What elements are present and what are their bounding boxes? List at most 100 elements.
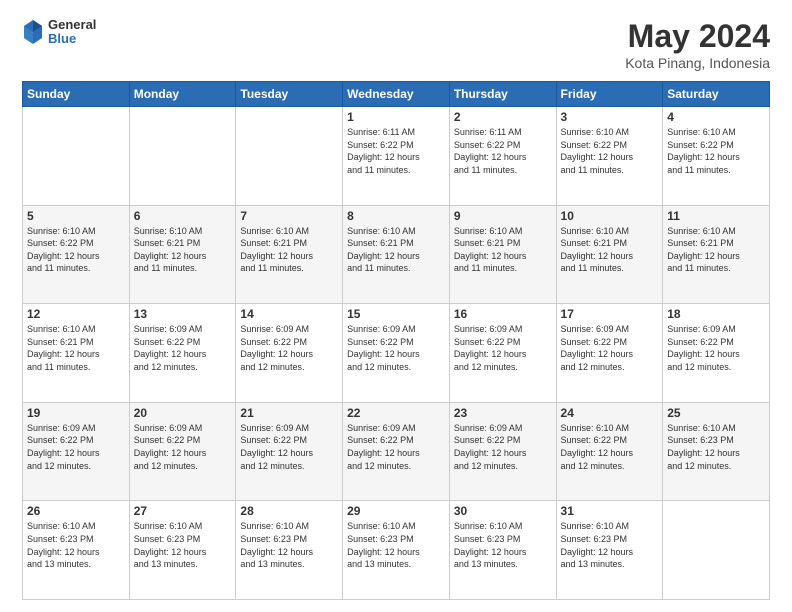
day-number: 20 bbox=[134, 406, 232, 420]
subtitle: Kota Pinang, Indonesia bbox=[625, 55, 770, 71]
logo-blue: Blue bbox=[48, 32, 96, 46]
calendar-cell: 3 Sunrise: 6:10 AM Sunset: 6:22 PM Daylig… bbox=[556, 107, 663, 206]
calendar-day-header: Thursday bbox=[449, 82, 556, 107]
day-info: Sunrise: 6:10 AM Sunset: 6:21 PM Dayligh… bbox=[454, 225, 552, 275]
day-number: 27 bbox=[134, 504, 232, 518]
calendar-week-row: 26 Sunrise: 6:10 AM Sunset: 6:23 PM Dayli… bbox=[23, 501, 770, 600]
day-number: 6 bbox=[134, 209, 232, 223]
calendar-day-header: Friday bbox=[556, 82, 663, 107]
main-title: May 2024 bbox=[625, 18, 770, 55]
day-number: 21 bbox=[240, 406, 338, 420]
calendar-cell: 26Sunrise: 6:10 AM Sunset: 6:23 PM Dayli… bbox=[23, 501, 130, 600]
logo: General Blue bbox=[22, 18, 96, 47]
calendar-cell bbox=[23, 107, 130, 206]
calendar-cell: 6 Sunrise: 6:10 AM Sunset: 6:21 PM Daylig… bbox=[129, 205, 236, 304]
logo-text: General Blue bbox=[48, 18, 96, 47]
day-info: Sunrise: 6:10 AM Sunset: 6:21 PM Dayligh… bbox=[27, 323, 125, 373]
day-number: 14 bbox=[240, 307, 338, 321]
day-info: Sunrise: 6:10 AM Sunset: 6:23 PM Dayligh… bbox=[134, 520, 232, 570]
calendar-cell: 23 Sunrise: 6:09 AM Sunset: 6:22 PM Dayli… bbox=[449, 402, 556, 501]
day-number: 2 bbox=[454, 110, 552, 124]
calendar-cell bbox=[663, 501, 770, 600]
day-info: Sunrise: 6:10 AM Sunset: 6:22 PM Dayligh… bbox=[561, 126, 659, 176]
day-number: 29 bbox=[347, 504, 445, 518]
calendar-cell: 9 Sunrise: 6:10 AM Sunset: 6:21 PM Daylig… bbox=[449, 205, 556, 304]
calendar-cell: 8 Sunrise: 6:10 AM Sunset: 6:21 PM Daylig… bbox=[343, 205, 450, 304]
day-number: 1 bbox=[347, 110, 445, 124]
calendar-cell: 7 Sunrise: 6:10 AM Sunset: 6:21 PM Daylig… bbox=[236, 205, 343, 304]
day-number: 16 bbox=[454, 307, 552, 321]
day-info: Sunrise: 6:10 AM Sunset: 6:22 PM Dayligh… bbox=[561, 422, 659, 472]
calendar-cell: 14 Sunrise: 6:09 AM Sunset: 6:22 PM Dayli… bbox=[236, 304, 343, 403]
calendar-week-row: 12Sunrise: 6:10 AM Sunset: 6:21 PM Dayli… bbox=[23, 304, 770, 403]
calendar-week-row: 1 Sunrise: 6:11 AM Sunset: 6:22 PM Daylig… bbox=[23, 107, 770, 206]
day-info: Sunrise: 6:10 AM Sunset: 6:23 PM Dayligh… bbox=[667, 422, 765, 472]
day-info: Sunrise: 6:10 AM Sunset: 6:21 PM Dayligh… bbox=[240, 225, 338, 275]
day-info: Sunrise: 6:10 AM Sunset: 6:22 PM Dayligh… bbox=[27, 225, 125, 275]
calendar-cell bbox=[236, 107, 343, 206]
day-number: 9 bbox=[454, 209, 552, 223]
day-number: 26 bbox=[27, 504, 125, 518]
calendar-cell: 21 Sunrise: 6:09 AM Sunset: 6:22 PM Dayli… bbox=[236, 402, 343, 501]
calendar-cell: 12Sunrise: 6:10 AM Sunset: 6:21 PM Dayli… bbox=[23, 304, 130, 403]
day-info: Sunrise: 6:09 AM Sunset: 6:22 PM Dayligh… bbox=[134, 323, 232, 373]
calendar-day-header: Monday bbox=[129, 82, 236, 107]
day-info: Sunrise: 6:10 AM Sunset: 6:23 PM Dayligh… bbox=[561, 520, 659, 570]
day-number: 11 bbox=[667, 209, 765, 223]
day-info: Sunrise: 6:10 AM Sunset: 6:21 PM Dayligh… bbox=[561, 225, 659, 275]
header: General Blue May 2024 Kota Pinang, Indon… bbox=[22, 18, 770, 71]
calendar-cell: 27 Sunrise: 6:10 AM Sunset: 6:23 PM Dayli… bbox=[129, 501, 236, 600]
page: General Blue May 2024 Kota Pinang, Indon… bbox=[0, 0, 792, 612]
day-info: Sunrise: 6:10 AM Sunset: 6:23 PM Dayligh… bbox=[240, 520, 338, 570]
day-info: Sunrise: 6:10 AM Sunset: 6:21 PM Dayligh… bbox=[134, 225, 232, 275]
day-info: Sunrise: 6:09 AM Sunset: 6:22 PM Dayligh… bbox=[134, 422, 232, 472]
calendar-cell: 10Sunrise: 6:10 AM Sunset: 6:21 PM Dayli… bbox=[556, 205, 663, 304]
day-number: 8 bbox=[347, 209, 445, 223]
day-info: Sunrise: 6:10 AM Sunset: 6:21 PM Dayligh… bbox=[347, 225, 445, 275]
calendar-cell: 19Sunrise: 6:09 AM Sunset: 6:22 PM Dayli… bbox=[23, 402, 130, 501]
calendar-cell: 1Sunrise: 6:11 AM Sunset: 6:22 PM Daylig… bbox=[343, 107, 450, 206]
calendar-cell: 2 Sunrise: 6:11 AM Sunset: 6:22 PM Daylig… bbox=[449, 107, 556, 206]
calendar-cell: 16 Sunrise: 6:09 AM Sunset: 6:22 PM Dayli… bbox=[449, 304, 556, 403]
calendar-cell: 4 Sunrise: 6:10 AM Sunset: 6:22 PM Daylig… bbox=[663, 107, 770, 206]
day-number: 4 bbox=[667, 110, 765, 124]
calendar-day-header: Sunday bbox=[23, 82, 130, 107]
day-info: Sunrise: 6:09 AM Sunset: 6:22 PM Dayligh… bbox=[454, 323, 552, 373]
day-number: 7 bbox=[240, 209, 338, 223]
day-number: 3 bbox=[561, 110, 659, 124]
day-info: Sunrise: 6:11 AM Sunset: 6:22 PM Dayligh… bbox=[454, 126, 552, 176]
calendar-day-header: Wednesday bbox=[343, 82, 450, 107]
calendar-cell: 15Sunrise: 6:09 AM Sunset: 6:22 PM Dayli… bbox=[343, 304, 450, 403]
day-number: 18 bbox=[667, 307, 765, 321]
calendar-week-row: 19 Sunrise: 6:09 AM Sunset: 6:22 PM Dayli… bbox=[23, 402, 770, 501]
day-number: 15 bbox=[347, 307, 445, 321]
calendar-cell: 31 Sunrise: 6:10 AM Sunset: 6:23 PM Dayli… bbox=[556, 501, 663, 600]
calendar-header-row: SundayMondayTuesdayWednesdayThursdayFrid… bbox=[23, 82, 770, 107]
day-info: Sunrise: 6:10 AM Sunset: 6:23 PM Dayligh… bbox=[454, 520, 552, 570]
day-info: Sunrise: 6:09 AM Sunset: 6:22 PM Dayligh… bbox=[240, 422, 338, 472]
calendar-cell: 20 Sunrise: 6:09 AM Sunset: 6:22 PM Dayli… bbox=[129, 402, 236, 501]
day-info: Sunrise: 6:09 AM Sunset: 6:22 PM Dayligh… bbox=[667, 323, 765, 373]
calendar-cell bbox=[129, 107, 236, 206]
logo-icon bbox=[22, 18, 44, 46]
day-info: Sunrise: 6:10 AM Sunset: 6:22 PM Dayligh… bbox=[667, 126, 765, 176]
title-block: May 2024 Kota Pinang, Indonesia bbox=[625, 18, 770, 71]
day-number: 17 bbox=[561, 307, 659, 321]
day-number: 23 bbox=[454, 406, 552, 420]
day-number: 31 bbox=[561, 504, 659, 518]
calendar-week-row: 5Sunrise: 6:10 AM Sunset: 6:22 PM Daylig… bbox=[23, 205, 770, 304]
day-number: 24 bbox=[561, 406, 659, 420]
calendar-cell: 28Sunrise: 6:10 AM Sunset: 6:23 PM Dayli… bbox=[236, 501, 343, 600]
calendar-cell: 5Sunrise: 6:10 AM Sunset: 6:22 PM Daylig… bbox=[23, 205, 130, 304]
day-number: 25 bbox=[667, 406, 765, 420]
day-info: Sunrise: 6:09 AM Sunset: 6:22 PM Dayligh… bbox=[240, 323, 338, 373]
calendar-cell: 17 Sunrise: 6:09 AM Sunset: 6:22 PM Dayli… bbox=[556, 304, 663, 403]
day-info: Sunrise: 6:09 AM Sunset: 6:22 PM Dayligh… bbox=[347, 422, 445, 472]
calendar-cell: 11Sunrise: 6:10 AM Sunset: 6:21 PM Dayli… bbox=[663, 205, 770, 304]
calendar-cell: 22Sunrise: 6:09 AM Sunset: 6:22 PM Dayli… bbox=[343, 402, 450, 501]
calendar-cell: 24 Sunrise: 6:10 AM Sunset: 6:22 PM Dayli… bbox=[556, 402, 663, 501]
day-number: 19 bbox=[27, 406, 125, 420]
day-info: Sunrise: 6:10 AM Sunset: 6:23 PM Dayligh… bbox=[347, 520, 445, 570]
day-info: Sunrise: 6:09 AM Sunset: 6:22 PM Dayligh… bbox=[561, 323, 659, 373]
day-info: Sunrise: 6:09 AM Sunset: 6:22 PM Dayligh… bbox=[454, 422, 552, 472]
